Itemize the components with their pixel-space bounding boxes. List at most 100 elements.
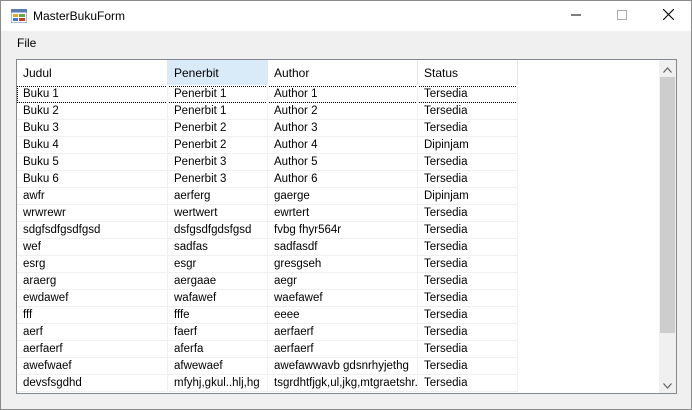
cell-author[interactable]: eeee [268, 307, 418, 324]
cell-status[interactable]: Tersedia [418, 307, 518, 324]
cell-judul[interactable]: Buku 3 [17, 120, 168, 137]
cell-judul[interactable]: Buku 2 [17, 103, 168, 120]
cell-status[interactable]: Tersedia [418, 103, 518, 120]
cell-penerbit[interactable]: Penerbit 2 [168, 137, 268, 154]
cell-penerbit[interactable]: esgr [168, 256, 268, 273]
cell-author[interactable]: ewrtert [268, 205, 418, 222]
cell-status[interactable]: Tersedia [418, 154, 518, 171]
cell-penerbit[interactable]: Penerbit 1 [168, 103, 268, 120]
cell-status[interactable]: Tersedia [418, 358, 518, 375]
cell-status[interactable]: Tersedia [418, 239, 518, 256]
column-header-author[interactable]: Author [268, 60, 418, 85]
table-row[interactable]: devsfsgdhd mfyhj,gkul..hlj,hg tsgrdhtfjg… [17, 375, 518, 392]
cell-author[interactable]: aerfaerf [268, 324, 418, 341]
cell-penerbit[interactable]: afwewaef [168, 358, 268, 375]
cell-author[interactable]: aerfaerf [268, 341, 418, 358]
table-row[interactable]: awfr aerferg gaerge Dipinjam [17, 188, 518, 205]
table-row[interactable]: wrwrewr wertwert ewrtert Tersedia [17, 205, 518, 222]
cell-judul[interactable]: wrwrewr [17, 205, 168, 222]
cell-author[interactable]: fvbg fhyr564r [268, 222, 418, 239]
cell-judul[interactable]: aerfaerf [17, 341, 168, 358]
cell-author[interactable]: Author 6 [268, 171, 418, 188]
cell-penerbit[interactable]: Penerbit 1 [168, 86, 268, 103]
cell-author[interactable]: awefawwavb gdsnrhyjethg [268, 358, 418, 375]
cell-author[interactable]: Author 5 [268, 154, 418, 171]
vertical-scrollbar[interactable] [659, 60, 676, 393]
table-row[interactable]: sdgfsdfgsdfgsd dsfgsdfgdsfgsd fvbg fhyr5… [17, 222, 518, 239]
column-header-judul[interactable]: Judul [17, 60, 168, 85]
cell-status[interactable]: Tersedia [418, 256, 518, 273]
cell-judul[interactable]: Buku 5 [17, 154, 168, 171]
cell-judul[interactable]: araerg [17, 273, 168, 290]
table-row[interactable]: Buku 5 Penerbit 3 Author 5 Tersedia [17, 154, 518, 171]
maximize-button[interactable] [599, 1, 645, 31]
scroll-down-button[interactable] [659, 376, 676, 393]
cell-penerbit[interactable]: faerf [168, 324, 268, 341]
close-button[interactable] [645, 1, 691, 31]
cell-status[interactable]: Tersedia [418, 290, 518, 307]
cell-author[interactable]: waefawef [268, 290, 418, 307]
cell-status[interactable]: Dipinjam [418, 188, 518, 205]
cell-judul[interactable]: ewdawef [17, 290, 168, 307]
cell-penerbit[interactable]: sadfas [168, 239, 268, 256]
cell-status[interactable]: Tersedia [418, 341, 518, 358]
table-row[interactable]: awefwaef afwewaef awefawwavb gdsnrhyjeth… [17, 358, 518, 375]
cell-judul[interactable]: devsfsgdhd [17, 375, 168, 392]
cell-penerbit[interactable]: aergaae [168, 273, 268, 290]
cell-author[interactable]: gaerge [268, 188, 418, 205]
cell-judul[interactable]: wef [17, 239, 168, 256]
cell-author[interactable]: tsgrdhtfjgk,ul,jkg,mtgraetshr... [268, 375, 418, 392]
table-row[interactable]: araerg aergaae aegr Tersedia [17, 273, 518, 290]
cell-judul[interactable]: aerf [17, 324, 168, 341]
cell-author[interactable]: Author 1 [268, 86, 418, 103]
table-row[interactable]: Buku 4 Penerbit 2 Author 4 Dipinjam [17, 137, 518, 154]
cell-author[interactable]: Author 3 [268, 120, 418, 137]
cell-penerbit[interactable]: wafawef [168, 290, 268, 307]
cell-judul[interactable]: awfr [17, 188, 168, 205]
cell-status[interactable]: Dipinjam [418, 137, 518, 154]
cell-author[interactable]: aegr [268, 273, 418, 290]
table-row[interactable]: Buku 3 Penerbit 2 Author 3 Tersedia [17, 120, 518, 137]
cell-penerbit[interactable]: dsfgsdfgdsfgsd [168, 222, 268, 239]
cell-author[interactable]: sadfasdf [268, 239, 418, 256]
cell-judul[interactable]: Buku 4 [17, 137, 168, 154]
cell-author[interactable]: Author 2 [268, 103, 418, 120]
cell-judul[interactable]: Buku 1 [17, 86, 168, 103]
cell-judul[interactable]: sdgfsdfgsdfgsd [17, 222, 168, 239]
cell-penerbit[interactable]: Penerbit 3 [168, 171, 268, 188]
column-header-penerbit[interactable]: Penerbit [168, 60, 268, 85]
cell-status[interactable]: Tersedia [418, 120, 518, 137]
cell-penerbit[interactable]: aferfa [168, 341, 268, 358]
table-row[interactable]: esrg esgr gresgseh Tersedia [17, 256, 518, 273]
table-row[interactable]: Buku 2 Penerbit 1 Author 2 Tersedia [17, 103, 518, 120]
scrollbar-thumb[interactable] [660, 77, 675, 333]
cell-judul[interactable]: Buku 6 [17, 171, 168, 188]
cell-status[interactable]: Tersedia [418, 375, 518, 392]
table-row[interactable]: fff fffe eeee Tersedia [17, 307, 518, 324]
cell-status[interactable]: Tersedia [418, 86, 518, 103]
column-header-status[interactable]: Status [418, 60, 518, 85]
cell-penerbit[interactable]: fffe [168, 307, 268, 324]
table-row[interactable]: ewdawef wafawef waefawef Tersedia [17, 290, 518, 307]
table-row[interactable]: Buku 6 Penerbit 3 Author 6 Tersedia [17, 171, 518, 188]
cell-status[interactable]: Tersedia [418, 273, 518, 290]
minimize-button[interactable] [553, 1, 599, 31]
cell-author[interactable]: Author 4 [268, 137, 418, 154]
cell-penerbit[interactable]: wertwert [168, 205, 268, 222]
title-bar[interactable]: MasterBukuForm [1, 1, 691, 31]
cell-penerbit[interactable]: Penerbit 2 [168, 120, 268, 137]
books-data-grid[interactable]: Judul Penerbit Author Status Buku 1 Pene… [16, 59, 677, 394]
table-row[interactable]: Buku 1 Penerbit 1 Author 1 Tersedia [17, 86, 518, 103]
cell-status[interactable]: Tersedia [418, 222, 518, 239]
menu-file[interactable]: File [11, 36, 42, 50]
cell-judul[interactable]: esrg [17, 256, 168, 273]
cell-judul[interactable]: awefwaef [17, 358, 168, 375]
table-row[interactable]: aerfaerf aferfa aerfaerf Tersedia [17, 341, 518, 358]
cell-penerbit[interactable]: aerferg [168, 188, 268, 205]
table-row[interactable]: aerf faerf aerfaerf Tersedia [17, 324, 518, 341]
scroll-up-button[interactable] [659, 60, 676, 77]
cell-status[interactable]: Tersedia [418, 324, 518, 341]
cell-status[interactable]: Tersedia [418, 205, 518, 222]
cell-penerbit[interactable]: mfyhj,gkul..hlj,hg [168, 375, 268, 392]
cell-penerbit[interactable]: Penerbit 3 [168, 154, 268, 171]
